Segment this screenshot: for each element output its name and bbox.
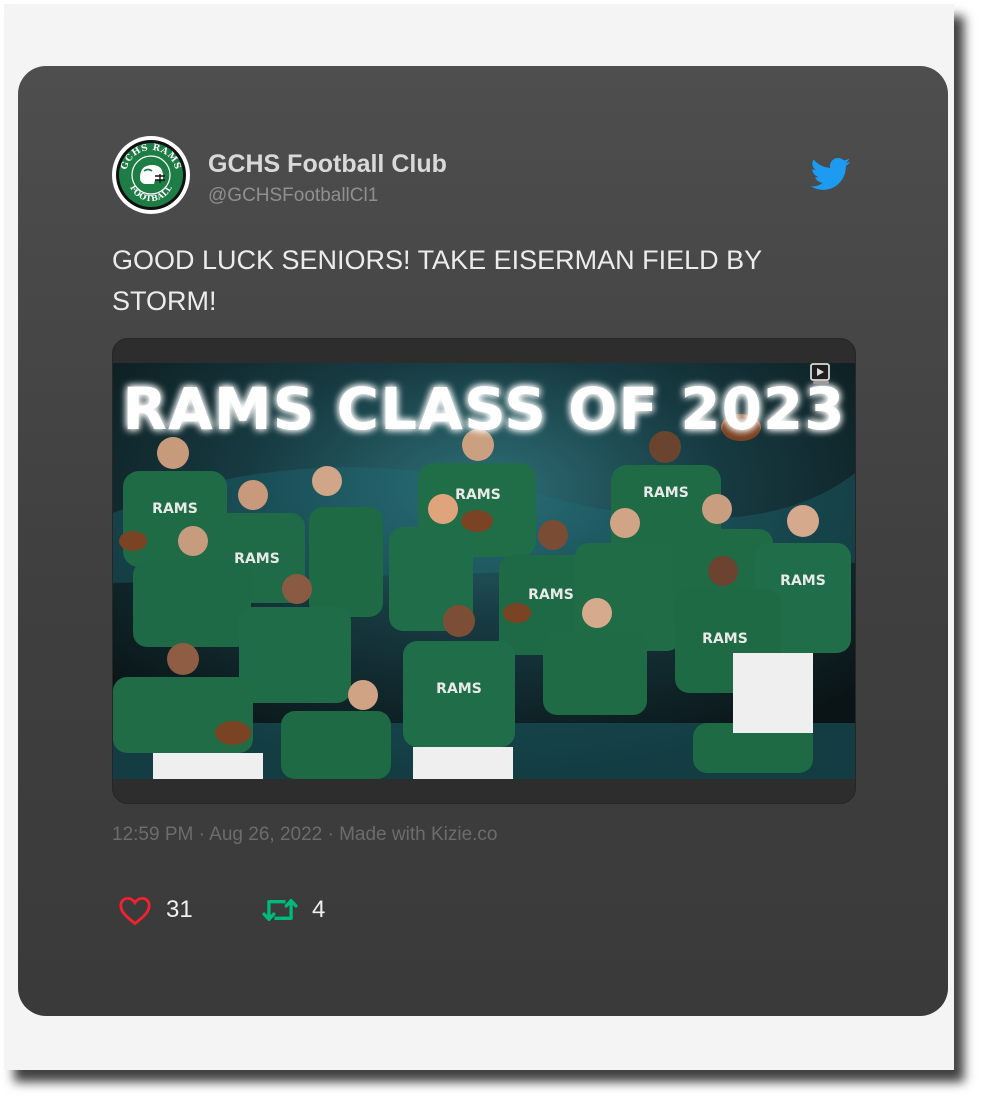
svg-text:RAMS: RAMS xyxy=(455,487,501,503)
svg-text:RAMS: RAMS xyxy=(234,551,280,567)
svg-text:RAMS: RAMS xyxy=(780,573,826,589)
media-attachment[interactable]: RAMS RAMS RAMS RAMS RAMS RAMS RAMS RAMS xyxy=(112,338,856,804)
svg-text:RAMS: RAMS xyxy=(528,587,574,603)
svg-text:RAMS: RAMS xyxy=(436,681,482,697)
overlay-title: RAMS CLASS OF 2023 xyxy=(122,375,845,443)
tweet-meta: 12:59 PM · Aug 26, 2022 · Made with Kizi… xyxy=(112,824,498,845)
retweet-count: 4 xyxy=(312,896,326,923)
display-name[interactable]: GCHS Football Club xyxy=(208,150,447,179)
play-icon[interactable] xyxy=(809,363,833,385)
page-backdrop: GCHS RAMS FOOTBALL GCHS Football Club @G… xyxy=(4,4,954,1070)
tweet-card[interactable]: GCHS RAMS FOOTBALL GCHS Football Club @G… xyxy=(18,66,948,1016)
tweet-text: GOOD LUCK SENIORS! TAKE EISERMAN FIELD B… xyxy=(112,245,762,316)
svg-text:RAMS: RAMS xyxy=(643,485,689,501)
like-count: 31 xyxy=(166,896,193,923)
gchs-rams-logo: GCHS RAMS FOOTBALL xyxy=(116,140,186,210)
like-button[interactable]: 31 xyxy=(118,892,193,928)
twitter-bird-icon[interactable] xyxy=(808,154,854,194)
retweet-button[interactable]: 4 xyxy=(262,892,325,928)
retweet-icon xyxy=(262,898,298,922)
handle[interactable]: @GCHSFootballCl1 xyxy=(208,185,378,207)
svg-text:RAMS: RAMS xyxy=(152,501,198,517)
svg-text:RAMS: RAMS xyxy=(702,631,748,647)
team-photo: RAMS RAMS RAMS RAMS RAMS RAMS RAMS RAMS xyxy=(113,363,855,779)
avatar[interactable]: GCHS RAMS FOOTBALL xyxy=(112,136,190,214)
heart-icon xyxy=(119,896,151,926)
